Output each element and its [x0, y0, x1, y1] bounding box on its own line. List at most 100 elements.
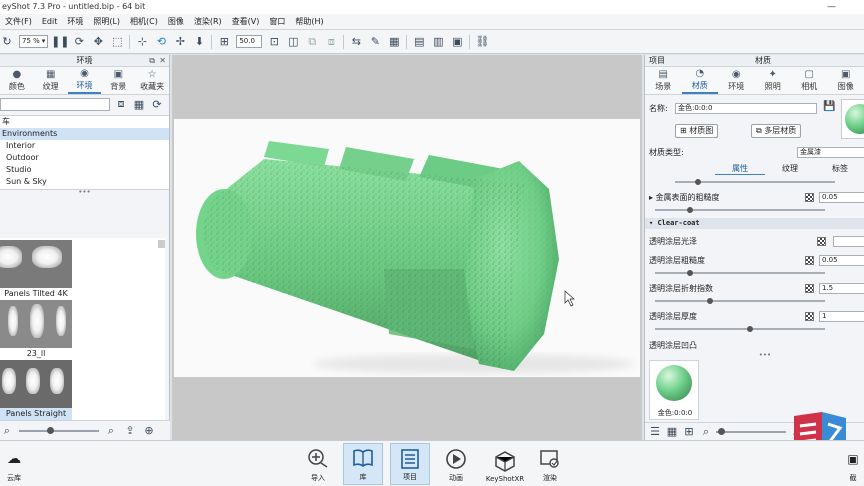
menu-environment[interactable]: 环境 [62, 14, 88, 30]
tree-item-outdoor[interactable]: Outdoor [0, 152, 169, 164]
library-button[interactable]: 库 [343, 443, 383, 485]
upload-icon[interactable]: ⇪ [123, 424, 137, 438]
grid-view-icon[interactable]: ▦ [132, 97, 146, 111]
multi-material-button[interactable]: ⧉ 多层材质 [751, 124, 802, 138]
save-icon[interactable]: 💾 [823, 101, 835, 112]
tab-image[interactable]: ▣ 图像 [828, 67, 864, 94]
zoom-out-icon[interactable]: ⌕ [699, 425, 713, 439]
thumbnail-item[interactable]: 23_ll [0, 300, 72, 360]
minimize-button[interactable]: — [827, 0, 836, 14]
clearcoat-ior-slider[interactable] [655, 298, 825, 304]
tab-colors[interactable]: ● 颜色 [0, 67, 34, 94]
zoom-out-icon[interactable]: ⌕ [0, 424, 14, 438]
edit-icon[interactable]: ✎ [368, 35, 382, 49]
scale-input[interactable]: 50.0 [236, 35, 263, 48]
slider-knob[interactable] [687, 270, 693, 276]
tab-favorites[interactable]: ☆ 收藏夹 [135, 67, 169, 94]
menu-edit[interactable]: Edit [37, 14, 63, 30]
tab-environments[interactable]: ◉ 环境 [67, 67, 102, 94]
menu-help[interactable]: 帮助(H) [290, 14, 328, 30]
menu-camera[interactable]: 相机(C) [125, 14, 163, 30]
material-type-select[interactable]: 金属漆 [797, 147, 864, 158]
zoom-select[interactable]: 75 % ▾ [19, 35, 49, 48]
thumbnail-size-slider[interactable] [19, 426, 99, 434]
folder-icon[interactable]: ⧈ [114, 97, 128, 111]
tree-item-studio[interactable]: Studio [0, 164, 169, 176]
panel-icon[interactable]: ▣ [450, 35, 464, 49]
import-button[interactable]: 导入 [298, 443, 338, 485]
tree-item-sun-sky[interactable]: Sun & Sky [0, 176, 169, 188]
slider-knob[interactable] [718, 427, 725, 435]
menu-window[interactable]: 窗口 [264, 14, 290, 30]
move-icon[interactable]: ✢ [173, 35, 187, 49]
splitter-handle[interactable]: ••• [745, 352, 785, 359]
splitter-handle[interactable]: ••• [0, 189, 169, 196]
render-viewport[interactable] [172, 55, 642, 440]
clearcoat-ior-input[interactable]: 1.5 [819, 283, 864, 294]
keyshotxr-button[interactable]: KeyShotXR [483, 443, 527, 485]
tab-backgrounds[interactable]: ▣ 背景 [101, 67, 135, 94]
paste-icon[interactable]: ⧈ [324, 35, 338, 49]
tree-item-environments[interactable]: Environments [0, 128, 169, 140]
layout-icon[interactable]: ▤ [412, 35, 426, 49]
pause-icon[interactable]: ❚❚ [51, 35, 69, 49]
slider-knob[interactable] [695, 179, 701, 185]
add-icon[interactable]: ⊕ [142, 424, 156, 438]
cloud-library-button[interactable]: ☁ 云库 [0, 443, 34, 485]
camera-icon[interactable]: ◫ [286, 35, 300, 49]
tree-item-root[interactable]: 车 [0, 116, 169, 128]
tab-camera[interactable]: ▢ 相机 [791, 67, 828, 94]
slider-hidden-prev[interactable] [675, 179, 835, 185]
clearcoat-roughness-slider[interactable] [655, 270, 825, 276]
slider-knob[interactable] [707, 298, 713, 304]
region-icon[interactable]: ⬚ [110, 35, 124, 49]
menu-render[interactable]: 渲染(R) [189, 14, 227, 30]
tab-scene[interactable]: ▤ 场景 [645, 67, 682, 94]
close-icon[interactable]: ✕ [159, 55, 166, 67]
rotate-icon[interactable]: ↻ [0, 35, 14, 49]
slider-knob[interactable] [687, 207, 693, 213]
grid-view-icon[interactable]: ▦ [665, 425, 679, 439]
clearcoat-gloss-input[interactable] [833, 236, 864, 247]
clearcoat-roughness-input[interactable]: 0.05 [819, 255, 864, 266]
render-image[interactable] [174, 119, 640, 377]
scrollbar-thumb[interactable] [158, 240, 165, 248]
thumbnail-item-selected[interactable]: Panels Straight 4K [0, 360, 72, 430]
pivot-icon[interactable]: ⊹ [135, 35, 149, 49]
list-view-icon[interactable]: ☰ [648, 425, 662, 439]
window-icon[interactable]: ▥ [431, 35, 445, 49]
sync-icon[interactable]: ⟲ [154, 35, 168, 49]
thumbnail-item[interactable]: Panels Tilted 4K [0, 240, 72, 300]
refresh-icon[interactable]: ⟳ [72, 35, 86, 49]
material-graph-button[interactable]: ⊞ 材质图 [675, 124, 719, 138]
material-swatch[interactable]: 金色:0:0:0 [649, 360, 699, 420]
tab-material[interactable]: ◔ 材质 [681, 67, 718, 94]
align-icon[interactable]: ⇆ [349, 35, 363, 49]
material-preview-thumb[interactable] [841, 99, 864, 139]
slider-knob[interactable] [747, 326, 753, 332]
slider-knob[interactable] [47, 426, 54, 434]
metal-roughness-slider[interactable] [655, 207, 825, 213]
clearcoat-thickness-slider[interactable] [655, 326, 825, 332]
subtab-properties[interactable]: 属性 [715, 163, 765, 175]
subtab-textures[interactable]: 纹理 [765, 163, 815, 175]
tab-environment[interactable]: ◉ 环境 [718, 67, 755, 94]
clearcoat-section-header[interactable]: ▾ Clear-coat [645, 218, 864, 229]
tab-textures[interactable]: ▦ 纹理 [34, 67, 68, 94]
subtab-labels[interactable]: 标签 [815, 163, 864, 175]
grid-icon[interactable]: ▦ [387, 35, 401, 49]
texture-toggle-icon[interactable] [805, 284, 814, 293]
screenshot-button[interactable]: ▣ 截 [838, 443, 864, 485]
refresh-icon[interactable]: ⟳ [150, 97, 164, 111]
menu-image[interactable]: 图像 [163, 14, 189, 30]
menu-lighting[interactable]: 照明(L) [88, 14, 125, 30]
link-icon[interactable]: ⛓ [475, 35, 489, 49]
tab-lighting[interactable]: ✦ 照明 [755, 67, 792, 94]
texture-toggle-icon[interactable] [805, 193, 814, 202]
scale-icon[interactable]: ⊞ [217, 35, 231, 49]
animation-button[interactable]: 动画 [436, 443, 476, 485]
copy-icon[interactable]: ⧉ [305, 35, 319, 49]
texture-toggle-icon[interactable] [805, 256, 814, 265]
texture-toggle-icon[interactable] [805, 312, 814, 321]
render-button[interactable]: 渲染 [530, 443, 570, 485]
